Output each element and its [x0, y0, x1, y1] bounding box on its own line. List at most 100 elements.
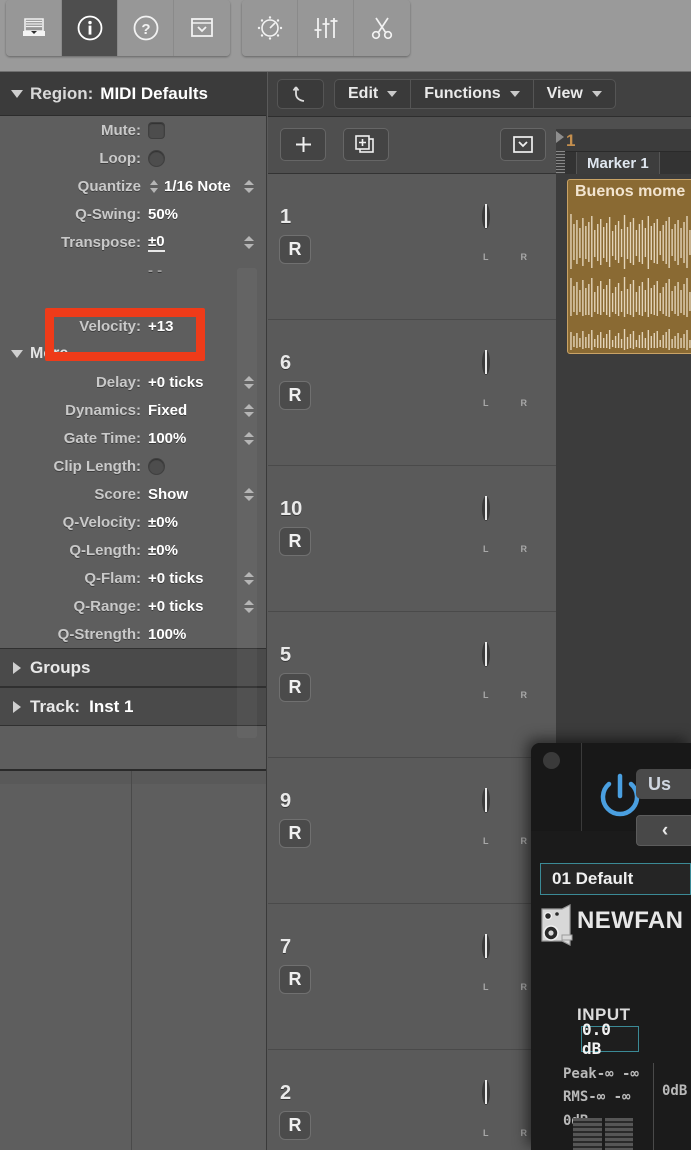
pan-knob[interactable]: L R — [482, 1080, 528, 1140]
question-icon[interactable]: ? — [118, 0, 174, 56]
score-stepper-icon[interactable] — [243, 485, 254, 503]
param-value: ±0% — [148, 513, 178, 531]
param-row-q-flam[interactable]: Q-Flam: +0 ticks — [0, 564, 266, 592]
param-row-velocity[interactable]: Velocity: +13 — [0, 312, 266, 340]
track-row[interactable]: 7 R L R — [268, 904, 556, 1050]
param-row-clip-length[interactable]: Clip Length: — [0, 452, 266, 480]
pan-knob-dial[interactable] — [482, 788, 490, 813]
smart-controls-icon[interactable] — [242, 0, 298, 56]
scissors-icon[interactable] — [354, 0, 410, 56]
pan-knob-dial[interactable] — [482, 350, 490, 375]
menu-edit[interactable]: Edit — [335, 80, 412, 108]
record-enable-button[interactable]: R — [279, 1111, 311, 1140]
param-row-dynamics[interactable]: Dynamics: Fixed — [0, 396, 266, 424]
param-row-quantize[interactable]: Quantize 1/16 Note — [0, 172, 266, 200]
param-row-q-strength[interactable]: Q-Strength: 100% — [0, 620, 266, 648]
track-row[interactable]: 6 R L R — [268, 320, 556, 466]
track-row[interactable]: 2 R L R — [268, 1050, 556, 1150]
track-view-options-button[interactable] — [500, 128, 546, 161]
input-gain-field[interactable]: 0.0 dB — [581, 1020, 639, 1058]
mixer-icon[interactable] — [298, 0, 354, 56]
q-range-stepper-icon[interactable] — [243, 597, 254, 615]
pan-knob-dial[interactable] — [482, 204, 490, 229]
menu-functions[interactable]: Functions — [411, 80, 534, 108]
track-number: 2 — [280, 1082, 292, 1104]
track-row[interactable]: 5 R L R — [268, 612, 556, 758]
marker-label[interactable]: Marker 1 — [576, 152, 660, 174]
peak-meter-readout: Peak-∞ -∞ — [563, 1066, 639, 1082]
delay-stepper-icon[interactable] — [243, 373, 254, 391]
record-enable-button[interactable]: R — [279, 819, 311, 848]
param-row-mute[interactable]: Mute: — [0, 116, 266, 144]
record-enable-button[interactable]: R — [279, 965, 311, 994]
pan-knob-dial[interactable] — [482, 934, 490, 959]
param-row-transpose[interactable]: Transpose: ±0 — [0, 228, 266, 256]
timeline-ruler[interactable]: 1 Marker 1 — [556, 129, 691, 174]
param-row-loop[interactable]: Loop: — [0, 144, 266, 172]
duplicate-track-button[interactable] — [343, 128, 389, 161]
sidebar-item-groups[interactable]: Groups — [0, 648, 266, 687]
more-section-header[interactable]: More — [0, 340, 266, 368]
track-row[interactable]: 1 R L R — [268, 174, 556, 320]
record-enable-button[interactable]: R — [279, 673, 311, 702]
channel-strip-header — [0, 771, 266, 784]
add-track-button[interactable] — [280, 128, 326, 161]
chevron-right-icon[interactable] — [13, 661, 21, 674]
chevron-right-icon[interactable] — [13, 700, 21, 713]
chevron-down-icon[interactable] — [387, 91, 398, 97]
speaker-icon — [541, 904, 573, 946]
chevron-down-icon[interactable] — [509, 91, 520, 97]
pan-knob-dial[interactable] — [482, 496, 490, 521]
param-row-score[interactable]: Score: Show — [0, 480, 266, 508]
audio-region[interactable]: Buenos mome — [567, 179, 691, 354]
param-row-delay[interactable]: Delay: +0 ticks — [0, 368, 266, 396]
user-presets-button[interactable]: Us — [636, 769, 691, 799]
inspector-header[interactable]: Region: MIDI Defaults — [0, 72, 266, 116]
pan-knob[interactable]: L R — [482, 204, 528, 264]
library-icon[interactable] — [6, 0, 62, 56]
menu-view[interactable]: View — [534, 80, 615, 108]
catch-playhead-button[interactable] — [277, 79, 324, 109]
clip-length-checkbox[interactable] — [148, 457, 165, 475]
pan-knob-dial[interactable] — [482, 642, 490, 667]
sidebar-item-track[interactable]: Track: Inst 1 — [0, 687, 266, 726]
quantize-stepper-icon[interactable] — [243, 177, 254, 195]
record-enable-button[interactable]: R — [279, 527, 311, 556]
peak-value: -∞ -∞ — [596, 1066, 639, 1082]
pan-knob[interactable]: L R — [482, 496, 528, 556]
mute-checkbox[interactable] — [148, 121, 165, 139]
ruler-grip-handle[interactable] — [556, 151, 565, 174]
chevron-down-icon[interactable] — [591, 91, 602, 97]
track-number: 6 — [280, 352, 292, 374]
pan-knob-dial[interactable] — [482, 1080, 490, 1105]
param-row-q-length[interactable]: Q-Length: ±0% — [0, 536, 266, 564]
track-row[interactable]: 10 R L R — [268, 466, 556, 612]
close-icon[interactable] — [543, 752, 560, 769]
pan-right-label: R — [520, 690, 528, 700]
q-flam-stepper-icon[interactable] — [243, 569, 254, 587]
chevron-down-icon[interactable] — [11, 350, 23, 358]
previous-preset-button[interactable]: ‹ — [636, 815, 691, 846]
toolbar-dropdown-icon[interactable] — [174, 0, 230, 56]
plugin-window[interactable]: Us ‹ 01 Default NEWFAN INPUT 0.0 dB Peak… — [531, 743, 691, 1150]
track-number: 7 — [280, 936, 292, 958]
param-row-q-swing[interactable]: Q-Swing: 50% — [0, 200, 266, 228]
quantize-inline-stepper-icon[interactable] — [150, 179, 158, 193]
transpose-stepper-icon[interactable] — [243, 233, 254, 251]
record-enable-button[interactable]: R — [279, 381, 311, 410]
info-icon[interactable] — [62, 0, 118, 56]
loop-checkbox[interactable] — [148, 149, 165, 167]
param-row-gate-time[interactable]: Gate Time: 100% — [0, 424, 266, 452]
chevron-down-icon[interactable] — [11, 89, 23, 98]
pan-knob[interactable]: L R — [482, 788, 528, 848]
pan-knob[interactable]: L R — [482, 642, 528, 702]
record-enable-button[interactable]: R — [279, 235, 311, 264]
track-row[interactable]: 9 R L R — [268, 758, 556, 904]
gate-time-stepper-icon[interactable] — [243, 429, 254, 447]
preset-name-field[interactable]: 01 Default — [540, 863, 691, 895]
pan-knob[interactable]: L R — [482, 350, 528, 410]
param-row-q-range[interactable]: Q-Range: +0 ticks — [0, 592, 266, 620]
pan-knob[interactable]: L R — [482, 934, 528, 994]
dynamics-stepper-icon[interactable] — [243, 401, 254, 419]
param-row-q-velocity[interactable]: Q-Velocity: ±0% — [0, 508, 266, 536]
